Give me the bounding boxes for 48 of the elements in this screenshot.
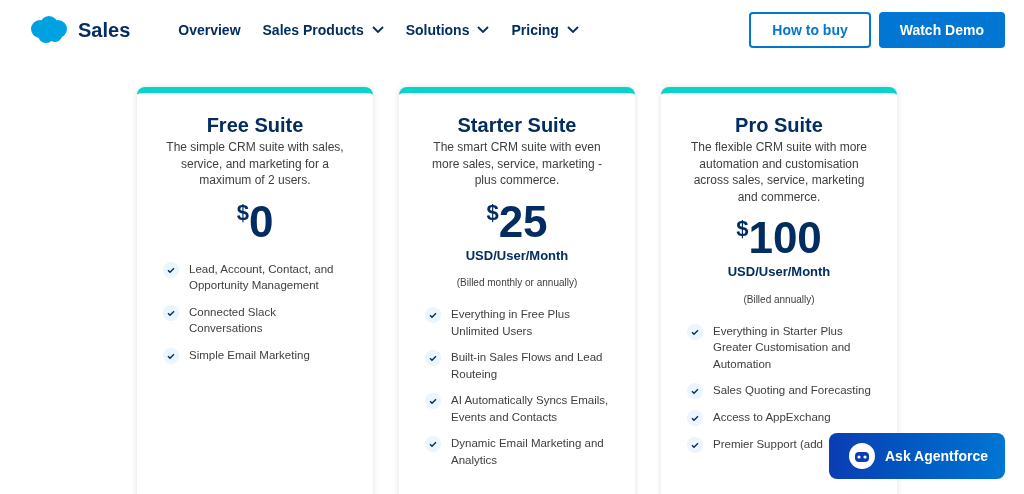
feature-text: Lead, Account, Contact, and Opportunity Management	[189, 261, 335, 293]
feature-text: Premier Support (add	[713, 437, 824, 452]
nav-link[interactable]: Sales Products	[262, 19, 384, 41]
check-icon	[687, 437, 703, 453]
check-icon	[163, 347, 179, 364]
plan-description: The simple CRM suite with sales, service, and marketing for a maximum of 2 users.	[165, 139, 345, 189]
plan-title: Free Suite	[206, 113, 304, 137]
nav-link[interactable]: Pricing	[511, 19, 579, 41]
feature-text: Access to AppExchang	[713, 410, 832, 425]
check-icon	[687, 383, 703, 399]
plan-description: The smart CRM suite with even more sales, service, marketing - plus commerce.	[430, 139, 604, 189]
how-to-buy-button[interactable]: How to buy	[749, 12, 871, 48]
check-icon	[163, 261, 179, 278]
cloud-logo-icon[interactable]	[30, 16, 68, 44]
feature-text: Simple Email Marketing	[189, 347, 311, 363]
feature-text: AI Automatically Syncs Emails, Events and Contacts	[451, 393, 610, 425]
check-icon	[687, 323, 703, 340]
check-icon	[425, 307, 441, 323]
billing-note: (Billed monthly or annually)	[456, 276, 578, 290]
feature-text: Everything in Free Plus Unlimited Users	[451, 307, 571, 339]
ask-agentforce-button[interactable]: Ask Agentforce	[829, 433, 1005, 479]
currency-symbol: $	[486, 200, 499, 225]
robot-icon	[849, 443, 875, 469]
price-unit: USD/User/Month	[465, 246, 569, 265]
price: 25	[498, 198, 548, 245]
price: 100	[748, 215, 822, 261]
check-icon	[687, 410, 703, 426]
feature-text: Everything in Starter Plus Greater Customisation and Automation	[713, 323, 852, 372]
plan-title: Pro Suite	[735, 113, 823, 137]
currency-symbol: $	[736, 217, 749, 241]
check-icon	[425, 350, 441, 366]
watch-demo-button[interactable]: Watch Demo	[878, 12, 1005, 48]
check-icon	[163, 304, 179, 321]
billing-note: (Billed annually)	[743, 292, 815, 307]
price-unit: USD/User/Month	[727, 263, 831, 281]
currency-symbol: $	[236, 200, 249, 225]
brand-name[interactable]: Sales	[78, 15, 131, 45]
check-icon	[425, 393, 441, 409]
nav-link[interactable]: Overview	[178, 19, 241, 41]
plan-description: The flexible CRM suite with more automation and customisation across sales, service, marketing and commerce.	[689, 139, 869, 205]
plan-title: Starter Suite	[457, 113, 577, 137]
feature-text: Dynamic Email Marketing and Analytics	[451, 436, 605, 468]
feature-text: Sales Quoting and Forecasting	[713, 383, 872, 398]
check-icon	[425, 436, 441, 452]
price: 0	[248, 198, 274, 245]
nav-link[interactable]: Solutions	[405, 19, 490, 41]
feature-text: Connected Slack Conversations	[189, 304, 277, 336]
feature-text: Built-in Sales Flows and Lead Routeing	[451, 350, 604, 382]
